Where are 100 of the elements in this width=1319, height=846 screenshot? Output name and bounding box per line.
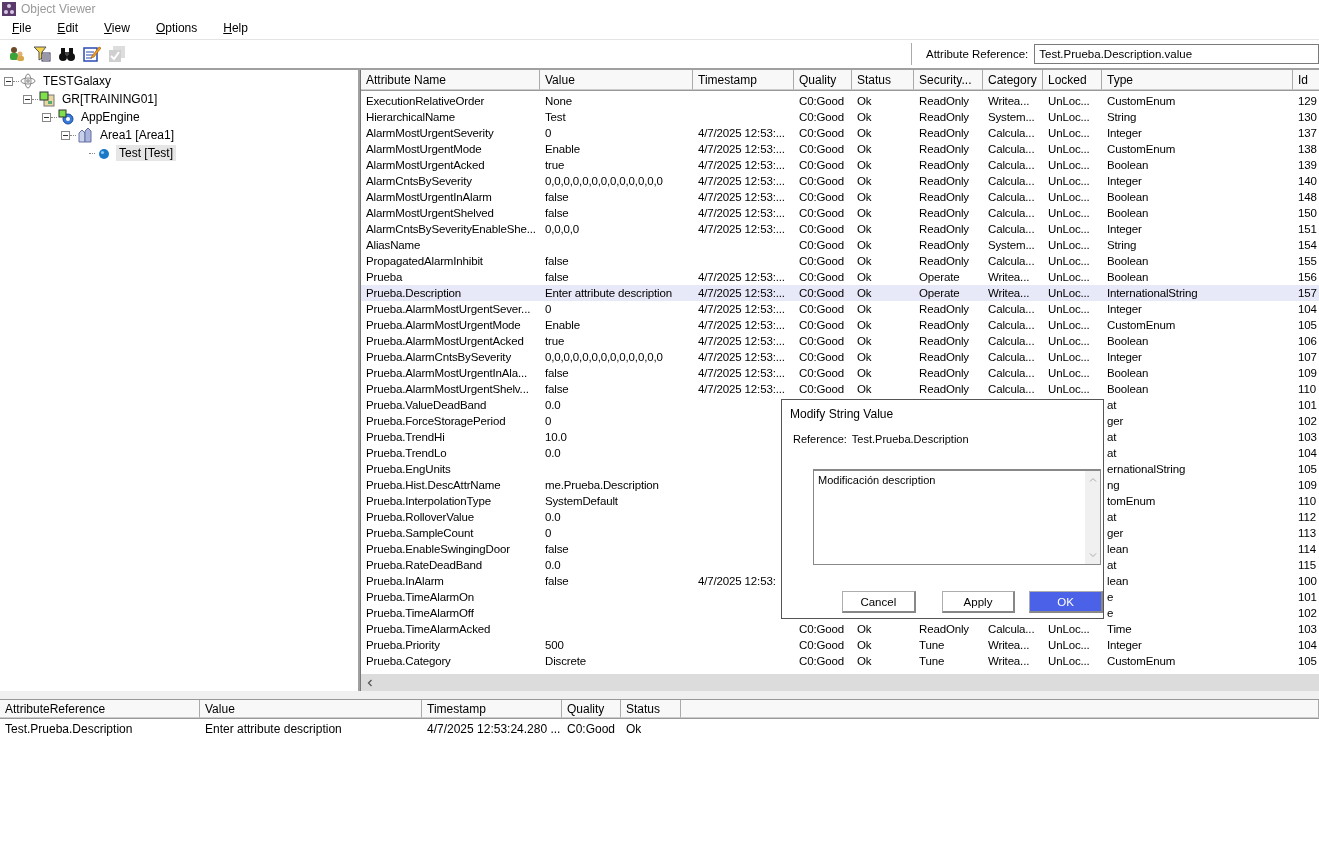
column-header[interactable]: Value: [540, 70, 693, 90]
table-cell: 157: [1298, 287, 1317, 299]
column-header[interactable]: AttributeReference: [0, 700, 200, 718]
table-cell: UnLoc...: [1048, 623, 1090, 635]
column-header[interactable]: Id: [1293, 70, 1319, 90]
column-header[interactable]: Quality: [794, 70, 852, 90]
table-cell: String: [1107, 239, 1137, 251]
table-cell: UnLoc...: [1048, 367, 1090, 379]
tree-item[interactable]: TESTGalaxy: [40, 73, 114, 89]
table-cell: 105: [1298, 655, 1317, 667]
table-cell: C0:Good: [799, 303, 844, 315]
table-cell: InternationalString: [1107, 287, 1198, 299]
column-header[interactable]: Category: [983, 70, 1043, 90]
window-title: Object Viewer: [21, 1, 96, 16]
selected-row[interactable]: Prueba.Description Enter attribute description 4/7/2025 12:53:... C0:Good Ok Operate Writea... UnLoc... InternationalString 157: [361, 285, 1319, 301]
table-cell: C0:Good: [799, 319, 844, 331]
scroll-left-icon[interactable]: [365, 677, 375, 688]
table-cell: Operate: [919, 271, 960, 283]
table-cell: Ok: [857, 623, 872, 635]
table-cell: UnLoc...: [1048, 639, 1090, 651]
table-cell: 0: [545, 303, 552, 315]
column-header[interactable]: Status: [852, 70, 914, 90]
tree-item[interactable]: Test [Test]: [116, 145, 177, 161]
column-header[interactable]: Status: [621, 700, 681, 718]
column-header[interactable]: Locked: [1043, 70, 1102, 90]
tree-item[interactable]: Area1 [Area1]: [97, 127, 178, 143]
table-cell: Ok: [857, 175, 872, 187]
orbit-icon: [20, 73, 36, 89]
column-header[interactable]: Security...: [914, 70, 983, 90]
attribute-reference-field[interactable]: Test.Prueba.Description.value: [1034, 44, 1319, 64]
table-cell: 4/7/2025 12:53:...: [698, 271, 785, 283]
table-cell: ReadOnly: [919, 175, 969, 187]
table-cell: C0:Good: [799, 383, 844, 395]
table-cell: UnLoc...: [1048, 239, 1090, 251]
table-cell: false: [545, 543, 569, 555]
table-cell: UnLoc...: [1048, 335, 1090, 347]
collapse-icon[interactable]: [23, 94, 32, 104]
table-cell: 130: [1298, 111, 1317, 123]
column-header[interactable]: Timestamp: [422, 700, 562, 718]
table-cell: Prueba.EngUnits: [366, 463, 451, 475]
menu-item[interactable]: Help: [223, 21, 248, 35]
column-header[interactable]: Timestamp: [693, 70, 794, 90]
table-cell: CustomEnum: [1107, 655, 1176, 667]
table-cell: System...: [988, 239, 1035, 251]
table-cell: Ok: [857, 655, 872, 667]
filter-button[interactable]: [31, 43, 53, 65]
table-cell: UnLoc...: [1048, 191, 1090, 203]
menu-item[interactable]: Edit: [57, 21, 79, 35]
table-cell: 112: [1298, 511, 1316, 523]
table-cell: Prueba.AlarmMostUrgentMode: [366, 319, 521, 331]
table-cell: ng: [1107, 479, 1120, 491]
table-cell: Boolean: [1107, 191, 1149, 203]
column-header[interactable]: Quality: [562, 700, 621, 718]
table-cell: Prueba.Category: [366, 655, 451, 667]
table-cell: Time: [1107, 623, 1132, 635]
app-icon: [2, 1, 16, 16]
collapse-icon[interactable]: [42, 112, 51, 122]
table-cell: Prueba.TimeAlarmOff: [366, 607, 474, 619]
dialog-button[interactable]: Apply: [941, 591, 1016, 613]
table-cell: Ok: [857, 271, 872, 283]
table-cell: 137: [1298, 127, 1317, 139]
collapse-icon[interactable]: [4, 76, 13, 86]
table-cell: false: [545, 191, 569, 203]
table-cell: Discrete: [545, 655, 586, 667]
horizontal-scrollbar[interactable]: [361, 674, 1319, 691]
menu-item[interactable]: Options: [155, 21, 198, 35]
table-cell: 0,0,0,0,0,0,0,0,0,0,0,0,0: [545, 351, 663, 363]
table-cell: 4/7/2025 12:53:24.280 ...: [427, 722, 561, 736]
table-cell: Calcula...: [988, 175, 1035, 187]
table-cell: Calcula...: [988, 383, 1035, 395]
table-cell: Calcula...: [988, 319, 1035, 331]
table-cell: Calcula...: [988, 623, 1035, 635]
table-cell: at: [1107, 431, 1117, 443]
table-cell: Operate: [919, 287, 960, 299]
column-header[interactable]: Type: [1102, 70, 1293, 90]
ok-button[interactable]: OK: [1029, 591, 1103, 613]
table-cell: 4/7/2025 12:53:...: [698, 367, 785, 379]
table-cell: 0,0,0,0,0,0,0,0,0,0,0,0,0: [545, 175, 663, 187]
table-cell: 102: [1298, 415, 1317, 427]
table-cell: Writea...: [988, 639, 1030, 651]
tree-item[interactable]: AppEngine: [78, 109, 143, 125]
collapse-icon[interactable]: [61, 130, 70, 140]
table-cell: 0.0: [545, 447, 561, 459]
table-cell: Ok: [626, 722, 642, 736]
table-cell: 4/7/2025 12:53:...: [698, 127, 785, 139]
table-cell: ReadOnly: [919, 127, 969, 139]
table-cell: lean: [1107, 543, 1129, 555]
tree-item[interactable]: GR[TRAINING01]: [59, 91, 161, 107]
table-cell: 102: [1298, 607, 1317, 619]
table-cell: C0:Good: [799, 639, 844, 651]
table-cell: 129: [1298, 95, 1317, 107]
table-cell: 109: [1298, 367, 1317, 379]
menu-item[interactable]: File: [12, 21, 32, 35]
table-cell: 148: [1298, 191, 1317, 203]
table-cell: Calcula...: [988, 335, 1035, 347]
column-header[interactable]: Attribute Name: [361, 70, 540, 90]
column-header[interactable]: Value: [200, 700, 422, 718]
menu-item[interactable]: View: [104, 21, 130, 35]
dialog-button[interactable]: Cancel: [842, 591, 916, 613]
attribute-reference-label: Attribute Reference:: [926, 48, 1029, 60]
